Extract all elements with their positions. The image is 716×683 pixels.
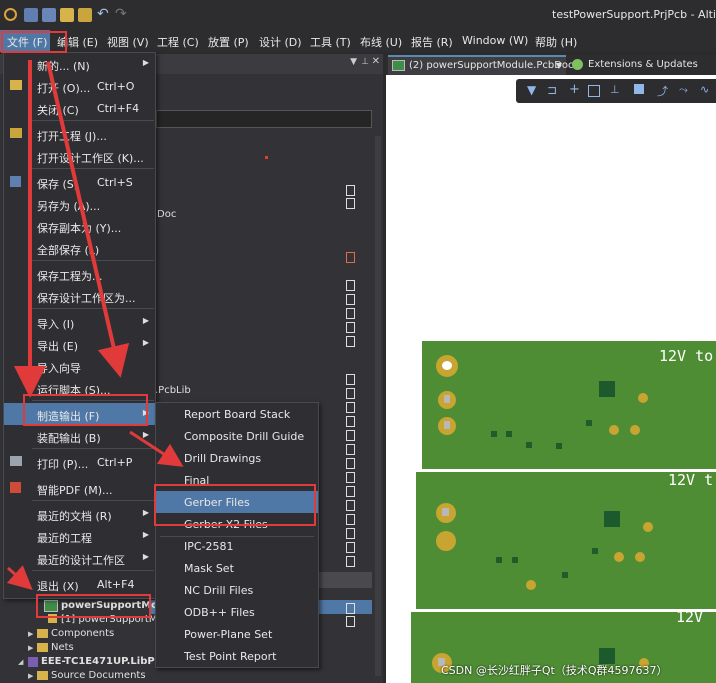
annotation-arrow [46,61,130,378]
annotation-box-pcbdoc [36,594,151,618]
annotation-overlay [6,60,184,590]
annotation-box-file-menu [1,31,67,53]
watermark: CSDN @长沙红胖子Qt（技术Q群4597637） [441,664,668,677]
annotation-box-fabrication [23,394,148,426]
annotation-box-gerber [154,484,316,526]
annotation-arrow [6,565,33,590]
annotation-arrow [129,430,184,467]
